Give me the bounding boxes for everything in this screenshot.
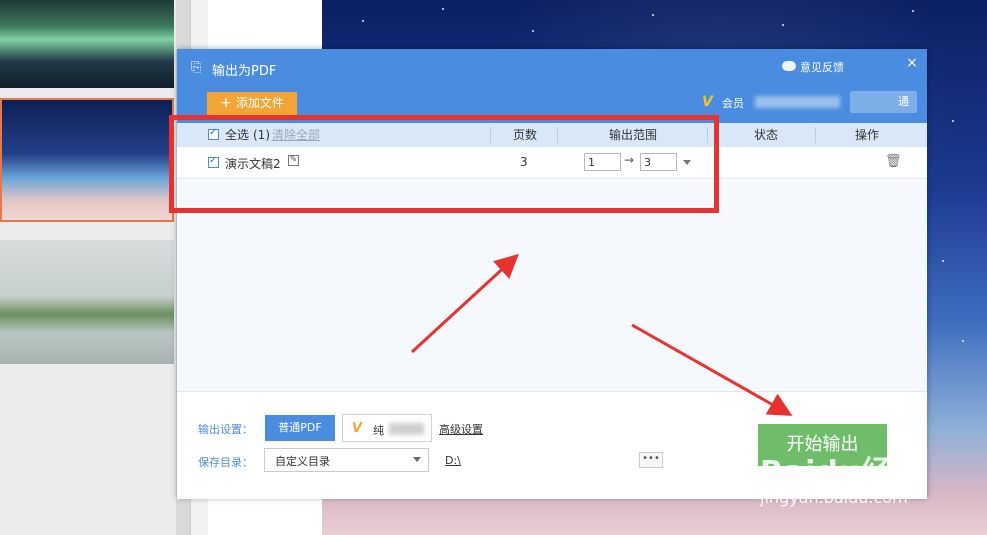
annotation-arrow-2 [631, 323, 793, 416]
annotation-arrow-1 [410, 253, 519, 354]
watermark-url: jingyan.baidu.com [760, 488, 908, 507]
watermark-logo: Baidu经验 [760, 455, 924, 490]
